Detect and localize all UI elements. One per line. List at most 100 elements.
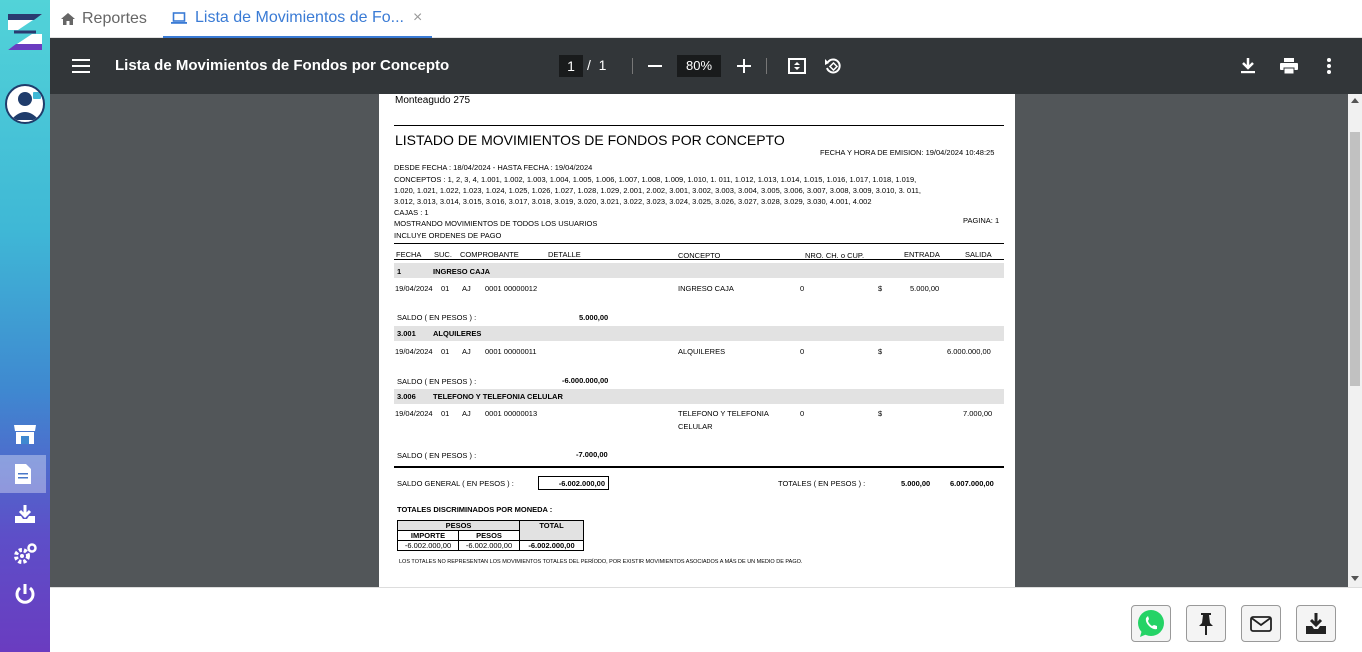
close-icon[interactable]: × (413, 9, 422, 27)
table-cell: -6.002.000,00 (458, 540, 520, 551)
saldo-label: SALDO ( EN PESOS ) : (397, 377, 477, 386)
zoom-out-icon[interactable] (643, 54, 667, 78)
save-download-button[interactable] (1296, 605, 1336, 642)
row-comprobante: 0001 00000012 (485, 284, 538, 293)
saldo-general-value: -6.002.000,00 (538, 476, 609, 490)
row-tipo: AJ (462, 347, 471, 356)
more-options-icon[interactable] (1317, 54, 1341, 78)
row-concepto: ALQUILERES (678, 347, 726, 356)
row-fecha: 19/04/2024 (395, 409, 433, 418)
tab-label: Reportes (82, 10, 147, 27)
row-fecha: 19/04/2024 (395, 284, 433, 293)
table-cell: -6.002.000,00 (397, 540, 459, 551)
report-title: LISTADO DE MOVIMIENTOS DE FONDOS POR CON… (395, 132, 785, 148)
table-header: PESOS (458, 530, 520, 541)
col-header: DETALLE (548, 250, 581, 259)
action-footer (50, 587, 1362, 652)
document-icon[interactable] (0, 455, 46, 493)
divider (766, 58, 767, 74)
row-suc: 01 (441, 347, 450, 356)
divider (394, 243, 1004, 244)
divider (632, 58, 633, 74)
col-header: ENTRADA (904, 250, 940, 259)
concepts-line: 1.020, 1.021, 1.022, 1.023, 1.024, 1.025… (394, 186, 921, 195)
group-code: 3.006 (397, 392, 416, 401)
saldo-value: -7.000,00 (576, 450, 608, 459)
pin-icon (1199, 612, 1213, 635)
tab-lista-movimientos[interactable]: Lista de Movimientos de Fo... × (163, 0, 433, 38)
includes-label: INCLUYE ORDENES DE PAGO (394, 231, 502, 240)
col-header: FECHA (396, 250, 422, 259)
scroll-up-icon[interactable] (1351, 98, 1359, 103)
company-address: Monteagudo 275 (395, 95, 471, 106)
pin-button[interactable] (1186, 605, 1226, 642)
gears-icon[interactable] (0, 535, 50, 573)
zoom-in-icon[interactable] (732, 54, 756, 78)
divider (394, 466, 1004, 468)
table-header: PESOS (397, 520, 520, 531)
tab-bar: Reportes Lista de Movimientos de Fo... × (50, 0, 1362, 38)
pdf-viewer[interactable]: Monteagudo 275 LISTADO DE MOVIMIENTOS DE… (50, 94, 1362, 587)
laptop-icon (171, 12, 187, 24)
print-icon[interactable] (1277, 54, 1301, 78)
pdf-page: Monteagudo 275 LISTADO DE MOVIMIENTOS DE… (379, 94, 1015, 587)
divider (394, 259, 1004, 260)
group-name: TELEFONO Y TELEFONIA CELULAR (433, 392, 563, 401)
row-suc: 01 (441, 409, 450, 418)
row-nro: 0 (800, 347, 805, 356)
fit-page-icon[interactable] (785, 54, 809, 78)
group-name: INGRESO CAJA (433, 267, 491, 276)
saldo-value: -6.000.000,00 (562, 376, 609, 385)
saldo-label: SALDO ( EN PESOS ) : (397, 451, 477, 460)
mail-icon (1250, 615, 1272, 632)
rotate-icon[interactable] (821, 54, 845, 78)
whatsapp-button[interactable] (1131, 605, 1171, 642)
page-number-input[interactable]: 1 (559, 55, 583, 77)
power-icon[interactable] (0, 575, 50, 613)
totals-entrada: 5.000,00 (901, 479, 931, 488)
page-count: / 1 (587, 57, 607, 73)
totals-note: LOS TOTALES NO REPRESENTAN LOS MOVIMIENT… (399, 559, 803, 565)
row-nro: 0 (800, 409, 805, 418)
saldo-general-label: SALDO GENERAL ( EN PESOS ) : (397, 479, 514, 488)
totals-salida: 6.007.000,00 (950, 479, 994, 488)
tab-label: Lista de Movimientos de Fo... (195, 9, 404, 26)
sidebar (0, 0, 50, 652)
table-header: IMPORTE (397, 530, 459, 541)
scrollbar[interactable] (1348, 94, 1362, 587)
table-cell: -6.002.000,00 (519, 540, 584, 551)
tab-reportes[interactable]: Reportes (60, 0, 147, 38)
store-icon[interactable] (0, 415, 50, 453)
user-avatar[interactable] (5, 84, 45, 124)
scroll-down-icon[interactable] (1351, 576, 1359, 581)
download-tray-icon[interactable] (0, 495, 50, 533)
emission-date: FECHA Y HORA DE EMISION: 19/04/2024 10:4… (820, 148, 995, 157)
row-salida: 6.000.000,00 (947, 347, 991, 356)
row-suc: 01 (441, 284, 450, 293)
discriminados-title: TOTALES DISCRIMINADOS POR MONEDA : (397, 505, 553, 514)
concepts-line: 3.012, 3.013, 3.014, 3.015, 3.016, 3.017… (394, 197, 872, 206)
group-code: 1 (397, 267, 402, 276)
col-header: COMPROBANTE (460, 250, 519, 259)
row-currency: $ (878, 409, 883, 418)
table-header: TOTAL (519, 520, 584, 541)
col-header: SUC. (434, 250, 452, 259)
pdf-title: Lista de Movimientos de Fondos por Conce… (115, 57, 450, 74)
row-entrada: 5.000,00 (910, 284, 940, 293)
pdf-toolbar: Lista de Movimientos de Fondos por Conce… (50, 38, 1362, 94)
saldo-value: 5.000,00 (579, 313, 609, 322)
download-icon (1306, 612, 1326, 634)
scroll-thumb[interactable] (1350, 132, 1360, 386)
group-header (394, 326, 1004, 341)
download-icon[interactable] (1236, 54, 1260, 78)
page-label: PAGINA: 1 (963, 216, 1000, 225)
email-button[interactable] (1241, 605, 1281, 642)
row-currency: $ (878, 347, 883, 356)
app-logo[interactable] (4, 10, 46, 54)
row-concepto-cont: CELULAR (678, 422, 713, 431)
date-range: DESDE FECHA : 18/04/2024 - HASTA FECHA :… (394, 163, 593, 172)
group-name: ALQUILERES (433, 329, 482, 338)
zoom-input[interactable]: 80% (677, 55, 721, 77)
menu-icon[interactable] (69, 54, 93, 78)
row-comprobante: 0001 00000011 (485, 347, 537, 356)
